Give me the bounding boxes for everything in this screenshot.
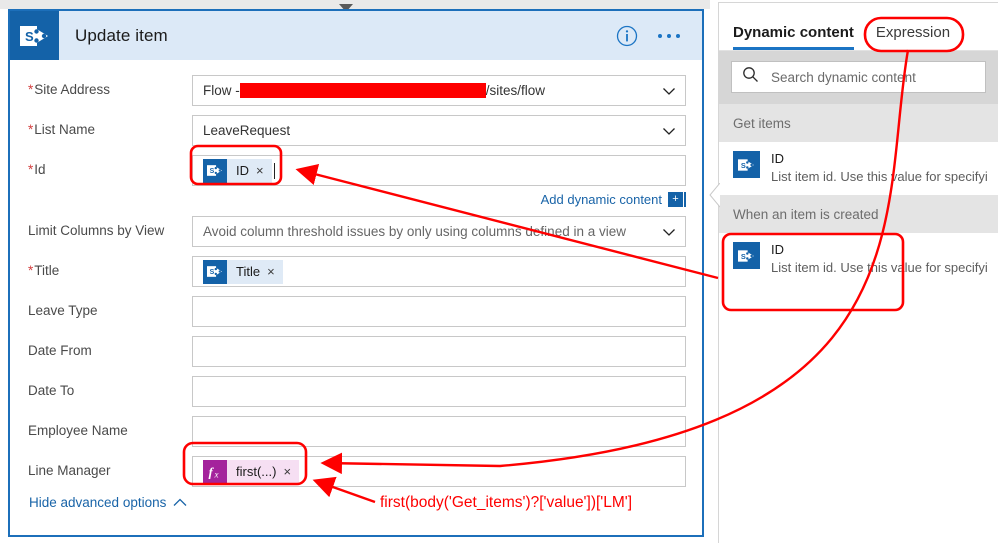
dynamic-content-item[interactable]: S ID List item id. Use this value for sp…: [719, 142, 998, 195]
token-label: ID: [236, 163, 249, 178]
svg-text:S: S: [741, 160, 746, 169]
svg-text:S: S: [210, 168, 215, 175]
add-dynamic-content-bar: [684, 192, 686, 207]
field-label-id: *Id: [28, 162, 46, 178]
field-label-list-name: *List Name: [28, 122, 96, 138]
function-fx-icon: f x: [203, 459, 227, 484]
token-label: Title: [236, 264, 261, 279]
dynamic-content-item[interactable]: S ID List item id. Use this value for sp…: [719, 233, 998, 286]
tab-dynamic-content[interactable]: Dynamic content: [733, 24, 854, 50]
date-to-input[interactable]: [192, 376, 686, 407]
limit-columns-value: Avoid column threshold issues by only us…: [203, 224, 626, 239]
title-input[interactable]: S Title ×: [192, 256, 686, 287]
dynamic-content-item-description: List item id. Use this value for specify…: [771, 260, 988, 275]
search-area: Search dynamic content: [719, 51, 998, 104]
field-label-site-address: *Site Address: [28, 82, 111, 98]
dynamic-token-title[interactable]: S Title ×: [203, 259, 283, 284]
dynamic-content-panel: Dynamic content Expression Search dynami…: [709, 2, 998, 543]
tab-expression[interactable]: Expression: [876, 24, 950, 50]
redaction-bar: [239, 83, 486, 98]
employee-name-input[interactable]: [192, 416, 686, 447]
svg-text:x: x: [214, 469, 219, 479]
dynamic-content-item-description: List item id. Use this value for specify…: [771, 169, 988, 184]
sharepoint-icon: S: [733, 151, 760, 178]
dynamic-content-item-texts: ID List item id. Use this value for spec…: [771, 150, 988, 186]
required-asterisk: *: [28, 162, 34, 178]
add-dynamic-content-link[interactable]: Add dynamic content: [541, 192, 662, 207]
svg-text:S: S: [741, 251, 746, 260]
card-header: S Update item: [10, 11, 702, 60]
token-remove-icon[interactable]: ×: [256, 164, 272, 177]
add-dynamic-content-row: Add dynamic content +: [28, 192, 686, 207]
sharepoint-icon: S: [733, 242, 760, 269]
required-asterisk: *: [28, 263, 34, 279]
dynamic-content-item-title: ID: [771, 151, 784, 166]
field-label-title: *Title: [28, 263, 60, 279]
info-icon[interactable]: [616, 25, 638, 47]
field-label-employee-name: Employee Name: [28, 423, 128, 439]
plus-icon[interactable]: +: [668, 192, 683, 207]
required-asterisk: *: [28, 122, 34, 138]
search-icon: [742, 66, 759, 88]
chevron-down-icon[interactable]: [338, 0, 354, 9]
field-row-site-address: *Site Address Flow -/sites/flow: [28, 74, 686, 107]
sharepoint-icon: S: [203, 259, 227, 284]
field-row-title: *Title S Title ×: [28, 255, 686, 288]
field-row-leave-type: Leave Type: [28, 295, 686, 328]
limit-columns-dropdown[interactable]: Avoid column threshold issues by only us…: [192, 216, 686, 247]
top-strip: [0, 0, 710, 9]
update-item-card: S Update item *Site Address Flow - /site…: [8, 9, 704, 537]
panel-collapse-handle[interactable]: [709, 182, 721, 223]
id-input[interactable]: S ID ×: [192, 155, 686, 186]
site-address-value: Flow -/sites/flow: [203, 83, 546, 98]
leave-type-input[interactable]: [192, 296, 686, 327]
svg-text:S: S: [210, 269, 215, 276]
field-label-date-from: Date From: [28, 343, 92, 359]
field-label-leave-type: Leave Type: [28, 303, 98, 319]
search-placeholder: Search dynamic content: [771, 69, 916, 85]
field-row-line-manager: Line Manager f x first(...) ×: [28, 455, 686, 488]
list-name-dropdown[interactable]: LeaveRequest: [192, 115, 686, 146]
chevron-down-icon[interactable]: [661, 123, 677, 139]
token-label: first(...): [236, 464, 277, 479]
screen: S Update item *Site Address Flow - /site…: [0, 0, 998, 545]
text-caret: [273, 162, 275, 179]
hide-advanced-options-label: Hide advanced options: [29, 495, 167, 510]
field-row-limit-columns: Limit Columns by View Avoid column thres…: [28, 215, 686, 248]
site-address-dropdown[interactable]: Flow -/sites/flow: [192, 75, 686, 106]
svg-text:S: S: [25, 29, 34, 44]
panel-tabs: Dynamic content Expression: [719, 3, 998, 51]
update-item-form: *Site Address Flow -/sites/flow *List Na…: [10, 60, 702, 510]
sharepoint-icon: S: [10, 11, 59, 60]
list-name-value: LeaveRequest: [203, 123, 291, 138]
card-title: Update item: [75, 25, 168, 45]
field-row-list-name: *List Name LeaveRequest: [28, 114, 686, 147]
dynamic-group-header-when-item-created: When an item is created: [719, 195, 998, 233]
dynamic-content-item-texts: ID List item id. Use this value for spec…: [771, 241, 988, 277]
dynamic-token-id[interactable]: S ID ×: [203, 158, 272, 183]
token-remove-icon[interactable]: ×: [267, 265, 283, 278]
field-row-date-to: Date To: [28, 375, 686, 408]
annotation-expression-text: first(body('Get_items')?['value'])['LM']: [380, 494, 633, 511]
chevron-down-icon[interactable]: [661, 224, 677, 240]
required-asterisk: *: [28, 82, 34, 98]
chevron-down-icon[interactable]: [661, 83, 677, 99]
field-row-id: *Id S ID ×: [28, 154, 686, 187]
ellipsis-icon[interactable]: [658, 33, 680, 38]
token-remove-icon[interactable]: ×: [283, 465, 299, 478]
field-label-date-to: Date To: [28, 383, 75, 399]
expression-token-first[interactable]: f x first(...) ×: [203, 459, 300, 484]
search-input[interactable]: Search dynamic content: [731, 61, 986, 93]
dynamic-group-header-get-items: Get items: [719, 104, 998, 142]
field-row-date-from: Date From: [28, 335, 686, 368]
date-from-input[interactable]: [192, 336, 686, 367]
card-header-actions: [616, 25, 702, 47]
sharepoint-icon: S: [203, 158, 227, 183]
chevron-up-icon: [173, 495, 187, 510]
field-label-limit-columns: Limit Columns by View: [28, 223, 165, 239]
line-manager-input[interactable]: f x first(...) ×: [192, 456, 686, 487]
field-row-employee-name: Employee Name: [28, 415, 686, 448]
dynamic-content-item-title: ID: [771, 242, 784, 257]
field-label-line-manager: Line Manager: [28, 463, 111, 479]
